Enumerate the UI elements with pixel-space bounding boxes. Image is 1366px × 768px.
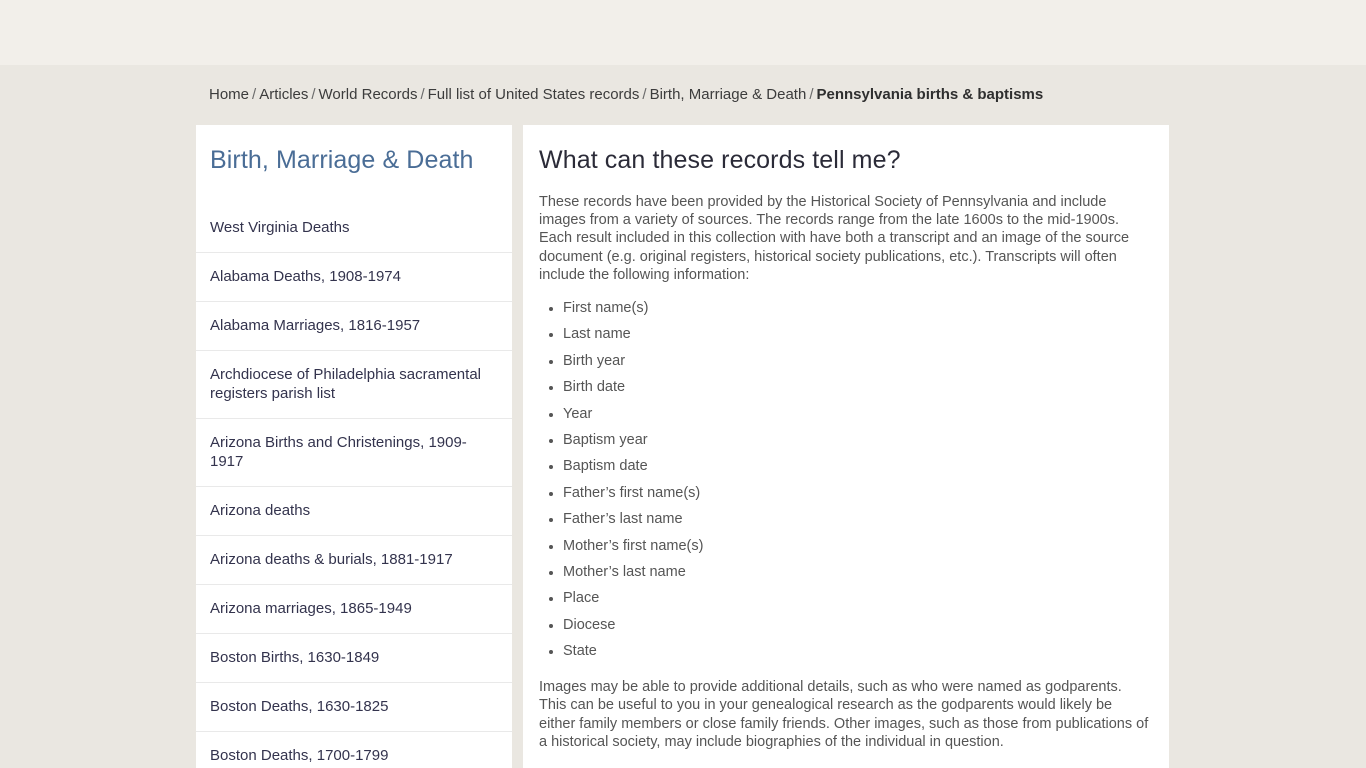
sidebar-item-boston-deaths-1630[interactable]: Boston Deaths, 1630-1825 (196, 683, 512, 731)
list-item: Mother’s first name(s) (563, 538, 1151, 555)
list-item[interactable]: Boston Deaths, 1700-1799 (196, 731, 512, 768)
list-item: Last name (563, 326, 1151, 343)
list-item[interactable]: Boston Deaths, 1630-1825 (196, 682, 512, 731)
list-item: Father’s first name(s) (563, 485, 1151, 502)
page-top-strip (0, 0, 1366, 65)
list-item[interactable]: Archdiocese of Philadelphia sacramental … (196, 350, 512, 418)
sidebar-item-alabama-deaths[interactable]: Alabama Deaths, 1908-1974 (196, 253, 512, 301)
sidebar-item-archdiocese-philadelphia[interactable]: Archdiocese of Philadelphia sacramental … (196, 351, 512, 418)
list-item[interactable]: Boston Births, 1630-1849 (196, 633, 512, 682)
page-title: What can these records tell me? (539, 146, 901, 174)
breadcrumb-item-full-list-united-states-records[interactable]: Full list of United States records (428, 86, 640, 103)
sidebar-item-alabama-marriages[interactable]: Alabama Marriages, 1816-1957 (196, 302, 512, 350)
list-item: Place (563, 590, 1151, 607)
list-item: Year (563, 406, 1151, 423)
list-item: Diocese (563, 617, 1151, 634)
images-paragraph: Images may be able to provide additional… (539, 679, 1149, 750)
list-item[interactable]: Alabama Deaths, 1908-1974 (196, 252, 512, 301)
sidebar-item-arizona-deaths-burials[interactable]: Arizona deaths & burials, 1881-1917 (196, 536, 512, 584)
list-item[interactable]: Arizona deaths & burials, 1881-1917 (196, 535, 512, 584)
breadcrumb: Home / Articles / World Records / Full list of… (209, 84, 1209, 105)
main-content-inner: What can these records tell me? These re… (523, 125, 1169, 768)
sidebar-item-arizona-marriages[interactable]: Arizona marriages, 1865-1949 (196, 585, 512, 633)
list-item[interactable]: Arizona deaths (196, 486, 512, 535)
breadcrumb-separator: / (642, 86, 647, 103)
sidebar-item-boston-deaths-1700[interactable]: Boston Deaths, 1700-1799 (196, 732, 512, 768)
list-item: Father’s last name (563, 511, 1151, 528)
main-content: What can these records tell me? These re… (523, 125, 1169, 768)
breadcrumb-item-birth-marriage-death[interactable]: Birth, Marriage & Death (650, 86, 807, 103)
list-item: Mother’s last name (563, 564, 1151, 581)
list-item[interactable]: Alabama Marriages, 1816-1957 (196, 301, 512, 350)
sidebar-item-arizona-births-christenings[interactable]: Arizona Births and Christenings, 1909-19… (196, 419, 512, 486)
list-item: Baptism year (563, 432, 1151, 449)
sidebar-title-spacer (196, 175, 512, 204)
breadcrumb-item-world-records[interactable]: World Records (319, 86, 418, 103)
breadcrumb-separator: / (311, 86, 316, 103)
record-fields-list: First name(s) Last name Birth year Birth… (539, 300, 1151, 660)
sidebar-title: Birth, Marriage & Death (210, 146, 474, 174)
breadcrumb-separator: / (809, 86, 814, 103)
page-root: Home / Articles / World Records / Full list of… (0, 0, 1366, 768)
list-item: Birth year (563, 353, 1151, 370)
breadcrumb-item-articles[interactable]: Articles (259, 86, 308, 103)
list-item: First name(s) (563, 300, 1151, 317)
breadcrumb-item-home[interactable]: Home (209, 86, 249, 103)
list-item: Baptism date (563, 458, 1151, 475)
breadcrumb-separator: / (420, 86, 425, 103)
list-item[interactable]: Arizona marriages, 1865-1949 (196, 584, 512, 633)
sidebar-item-boston-births[interactable]: Boston Births, 1630-1849 (196, 634, 512, 682)
list-item: Birth date (563, 379, 1151, 396)
list-item[interactable]: West Virginia Deaths (196, 204, 512, 252)
list-item: State (563, 643, 1151, 660)
sidebar: Birth, Marriage & Death West Virginia De… (196, 125, 512, 768)
sidebar-list: West Virginia Deaths Alabama Deaths, 190… (196, 204, 512, 768)
list-item[interactable]: Arizona Births and Christenings, 1909-19… (196, 418, 512, 486)
breadcrumb-separator: / (252, 86, 257, 103)
sidebar-item-west-virginia-deaths[interactable]: West Virginia Deaths (196, 204, 512, 252)
breadcrumb-current-page: Pennsylvania births & baptisms (816, 86, 1044, 103)
intro-paragraph: These records have been provided by the … (539, 194, 1130, 283)
sidebar-item-arizona-deaths[interactable]: Arizona deaths (196, 487, 512, 535)
